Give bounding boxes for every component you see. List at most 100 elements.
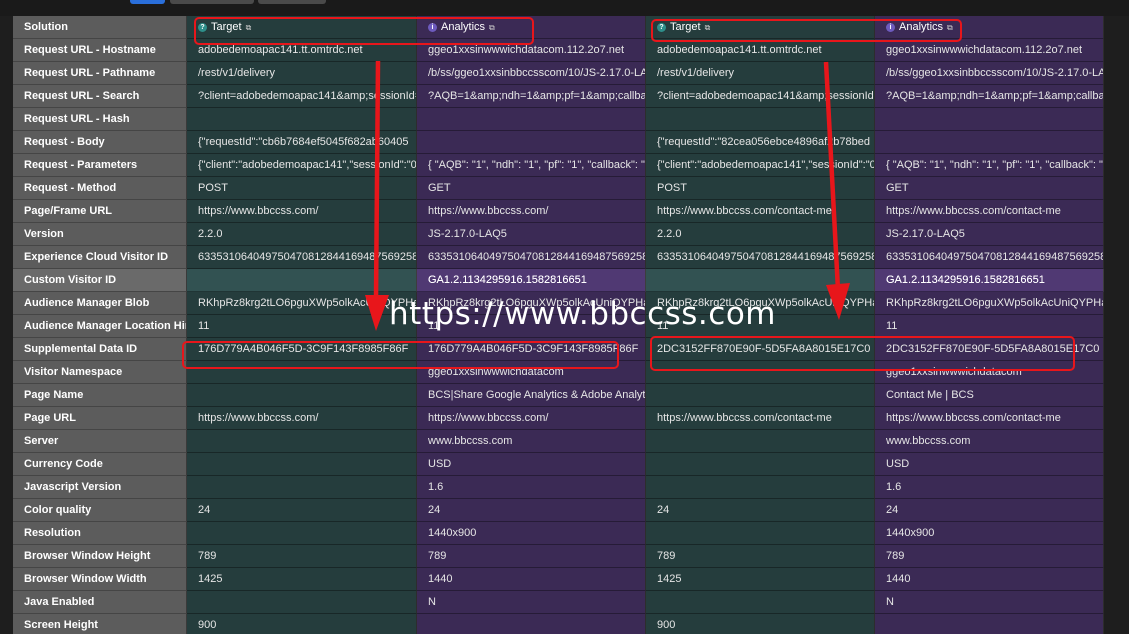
table-cell: ?client=adobedemoapac141&amp;sessionId= — [187, 85, 417, 108]
table-cell: 1425 — [646, 568, 875, 591]
column-header-label: Analytics — [441, 20, 486, 33]
row-label: Request URL - Search — [13, 85, 187, 108]
table-cell — [187, 522, 417, 545]
table-cell: 2DC3152FF870E90F-5D5FA8A8015E17C0 — [646, 338, 875, 361]
table-cell: www.bbccss.com — [875, 430, 1104, 453]
row-label: Request - Method — [13, 177, 187, 200]
table-cell — [646, 522, 875, 545]
target-icon: ? — [657, 22, 666, 32]
table-cell: POST — [646, 177, 875, 200]
table-cell: ggeo1xxsinwwwichdatacom.112.2o7.net — [417, 39, 646, 62]
column-header-analytics[interactable]: i Analytics ⧉ — [875, 16, 1104, 39]
table-cell: 24 — [187, 499, 417, 522]
copy-icon[interactable]: ⧉ — [246, 16, 252, 38]
data-grid: Solution? Target ⧉ i Analytics ⧉? Target ⧉ i Anal… — [13, 16, 1104, 634]
table-cell: 24 — [417, 499, 646, 522]
table-cell: ggeo1xxsinwwwichdatacom.112.2o7.net — [875, 39, 1104, 62]
table-cell: GET — [417, 177, 646, 200]
table-cell: 63353106404975047081284416948756925895 — [875, 246, 1104, 269]
row-label: Javascript Version — [13, 476, 187, 499]
table-cell: 1.6 — [417, 476, 646, 499]
column-header-target[interactable]: ? Target ⧉ — [646, 16, 875, 39]
table-cell: BCS|Share Google Analytics & Adobe Analy… — [417, 384, 646, 407]
table-cell: https://www.bbccss.com/ — [417, 407, 646, 430]
table-cell: 900 — [187, 614, 417, 634]
table-cell: 1425 — [187, 568, 417, 591]
table-cell — [417, 131, 646, 154]
row-label: Custom Visitor ID — [13, 269, 187, 292]
copy-icon[interactable]: ⧉ — [489, 16, 495, 38]
table-cell: 176D779A4B046F5D-3C9F143F8985F86F — [187, 338, 417, 361]
table-cell — [875, 131, 1104, 154]
row-label: Audience Manager Blob — [13, 292, 187, 315]
column-header-target[interactable]: ? Target ⧉ — [187, 16, 417, 39]
table-cell: 789 — [646, 545, 875, 568]
table-cell: 11 — [417, 315, 646, 338]
data-comparison-table: Solution? Target ⧉ i Analytics ⧉? Target ⧉ i Anal… — [13, 16, 1104, 634]
table-cell: N — [417, 591, 646, 614]
table-cell — [646, 269, 875, 292]
table-cell — [187, 269, 417, 292]
table-cell: https://www.bbccss.com/contact-me — [875, 407, 1104, 430]
header-label-solution: Solution — [13, 16, 187, 39]
table-cell: https://www.bbccss.com/contact-me — [875, 200, 1104, 223]
table-cell: ggeo1xxsinwwwichdatacom — [875, 361, 1104, 384]
row-label: Supplemental Data ID — [13, 338, 187, 361]
row-label: Request - Body — [13, 131, 187, 154]
toolbar-button-primary[interactable] — [130, 0, 165, 4]
toolbar-button[interactable] — [170, 0, 254, 4]
table-cell: https://www.bbccss.com/contact-me — [646, 407, 875, 430]
row-label: Visitor Namespace — [13, 361, 187, 384]
table-cell: 11 — [646, 315, 875, 338]
table-cell: /b/ss/ggeo1xxsinbbccsscom/10/JS-2.17.0-L… — [875, 62, 1104, 85]
table-cell — [187, 476, 417, 499]
row-label: Browser Window Width — [13, 568, 187, 591]
table-cell — [646, 591, 875, 614]
row-label: Request URL - Hash — [13, 108, 187, 131]
analytics-icon: i — [886, 22, 895, 32]
row-label: Request URL - Pathname — [13, 62, 187, 85]
row-label: Page Name — [13, 384, 187, 407]
row-label: Java Enabled — [13, 591, 187, 614]
copy-icon[interactable]: ⧉ — [947, 16, 953, 38]
table-cell: GA1.2.1134295916.1582816651 — [417, 269, 646, 292]
column-header-label: Target — [211, 20, 242, 33]
table-cell: 24 — [646, 499, 875, 522]
table-cell: GA1.2.1134295916.1582816651 — [875, 269, 1104, 292]
table-cell: adobedemoapac141.tt.omtrdc.net — [187, 39, 417, 62]
table-cell — [417, 614, 646, 634]
toolbar-button[interactable] — [258, 0, 326, 4]
table-cell: 789 — [875, 545, 1104, 568]
table-cell: {"client":"adobedemoapac141","sessionId"… — [646, 154, 875, 177]
table-cell: JS-2.17.0-LAQ5 — [417, 223, 646, 246]
table-cell: Contact Me | BCS — [875, 384, 1104, 407]
table-cell — [187, 384, 417, 407]
table-cell — [187, 430, 417, 453]
table-cell: GET — [875, 177, 1104, 200]
table-cell — [187, 108, 417, 131]
row-label: Request - Parameters — [13, 154, 187, 177]
column-header-analytics[interactable]: i Analytics ⧉ — [417, 16, 646, 39]
table-cell — [646, 361, 875, 384]
table-cell — [646, 430, 875, 453]
table-cell — [417, 108, 646, 131]
table-cell: 2DC3152FF870E90F-5D5FA8A8015E17C0 — [875, 338, 1104, 361]
row-label: Browser Window Height — [13, 545, 187, 568]
table-cell: adobedemoapac141.tt.omtrdc.net — [646, 39, 875, 62]
table-cell: ?AQB=1&amp;ndh=1&amp;pf=1&amp;callback= — [417, 85, 646, 108]
table-cell — [875, 614, 1104, 634]
row-label: Resolution — [13, 522, 187, 545]
table-cell: RKhpRz8krg2tLO6pguXWp5olkAcUniQYPHa — [187, 292, 417, 315]
table-cell: RKhpRz8krg2tLO6pguXWp5olkAcUniQYPHa — [875, 292, 1104, 315]
table-cell: {"requestId":"82cea056ebce4896af2b78bed — [646, 131, 875, 154]
table-cell: www.bbccss.com — [417, 430, 646, 453]
copy-icon[interactable]: ⧉ — [705, 16, 711, 38]
table-cell: https://www.bbccss.com/contact-me — [646, 200, 875, 223]
table-cell: 63353106404975047081284416948756925895 — [187, 246, 417, 269]
table-cell: RKhpRz8krg2tLO6pguXWp5olkAcUniQYPHa — [417, 292, 646, 315]
column-header-label: Analytics — [899, 20, 944, 33]
table-cell: 789 — [187, 545, 417, 568]
table-cell — [187, 453, 417, 476]
table-cell — [187, 591, 417, 614]
table-cell: RKhpRz8krg2tLO6pguXWp5olkAcUniQYPHa — [646, 292, 875, 315]
